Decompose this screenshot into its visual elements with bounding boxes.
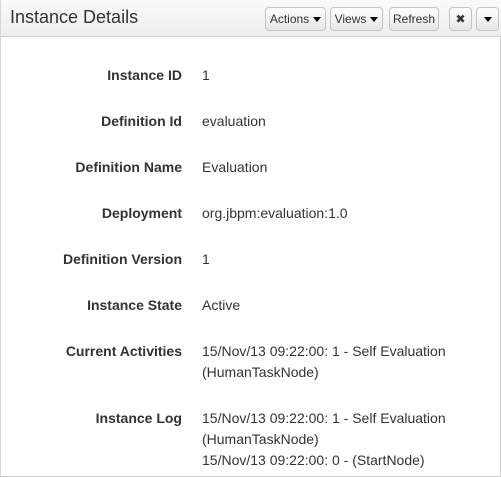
deployment-label: Deployment <box>101 205 182 221</box>
definition-id-label: Definition Id <box>101 113 182 129</box>
current-activity-line: 15/Nov/13 09:22:00: 1 - Self Evaluation <box>202 343 446 359</box>
panel-menu-button[interactable] <box>476 7 499 31</box>
instance-id-value: 1 <box>202 67 210 83</box>
refresh-button[interactable]: Refresh <box>389 7 439 31</box>
instance-state-value: Active <box>202 297 241 313</box>
caret-down-icon <box>370 16 379 22</box>
actions-dropdown-button[interactable]: Actions <box>265 7 326 31</box>
definition-id-value: evaluation <box>202 113 266 129</box>
instance-log-label: Instance Log <box>95 410 182 426</box>
panel-title: Instance Details <box>10 7 139 27</box>
current-activity-line: (HumanTaskNode) <box>202 364 319 380</box>
caret-down-icon <box>483 16 492 22</box>
refresh-label: Refresh <box>392 12 436 26</box>
instance-log-line: 15/Nov/13 09:22:00: 1 - Self Evaluation <box>202 410 446 426</box>
close-icon: ✖ <box>455 12 466 26</box>
views-label: Views <box>334 12 367 26</box>
instance-log-line: (HumanTaskNode) <box>202 431 319 447</box>
panel-header: Instance Details Actions Views Refresh ✖ <box>1 0 501 37</box>
instance-state-label: Instance State <box>87 297 182 313</box>
definition-version-value: 1 <box>202 251 210 267</box>
views-dropdown-button[interactable]: Views <box>330 7 383 31</box>
close-button[interactable]: ✖ <box>449 7 472 31</box>
caret-down-icon <box>313 16 322 22</box>
definition-name-label: Definition Name <box>75 159 182 175</box>
deployment-value: org.jbpm:evaluation:1.0 <box>202 205 348 221</box>
actions-label: Actions <box>269 12 310 26</box>
instance-details-panel: Instance Details Actions Views Refresh ✖… <box>0 0 501 477</box>
current-activities-label: Current Activities <box>65 343 182 359</box>
definition-name-value: Evaluation <box>202 159 268 175</box>
instance-id-label: Instance ID <box>107 67 182 83</box>
instance-log-value: 15/Nov/13 09:22:00: 1 - Self Evaluation … <box>202 408 492 471</box>
instance-log-line: 15/Nov/13 09:22:00: 0 - (StartNode) <box>202 452 425 468</box>
definition-version-label: Definition Version <box>62 251 182 267</box>
current-activities-value: 15/Nov/13 09:22:00: 1 - Self Evaluation … <box>202 341 492 383</box>
